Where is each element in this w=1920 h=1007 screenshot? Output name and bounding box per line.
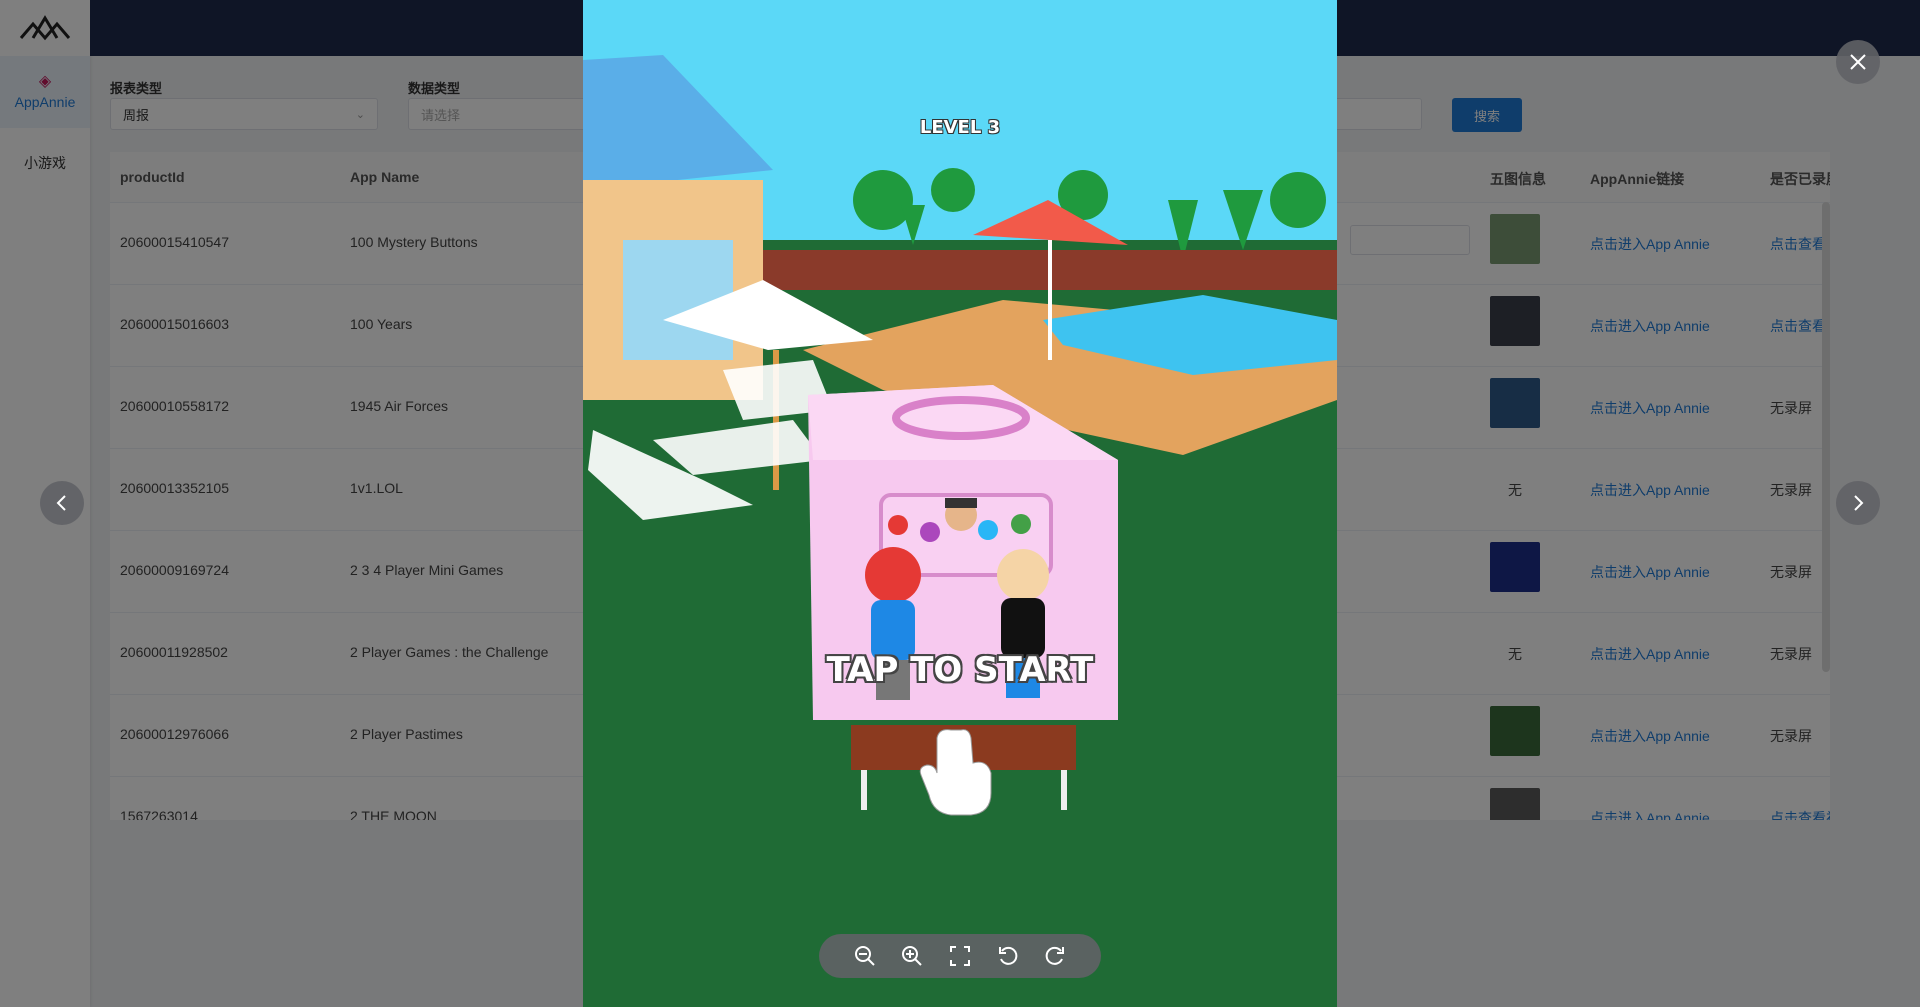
close-icon <box>1850 54 1866 70</box>
viewer-next-button[interactable] <box>1836 481 1880 525</box>
viewer-prev-button[interactable] <box>40 481 84 525</box>
chevron-right-icon <box>1854 495 1864 511</box>
game-screenshot <box>583 0 1337 1007</box>
rotate-right-icon[interactable] <box>1042 943 1068 969</box>
viewer-close-button[interactable] <box>1836 40 1880 84</box>
viewer-toolbar <box>819 934 1101 978</box>
image-viewer-canvas: LEVEL 3 TAP TO START <box>583 0 1337 1007</box>
fullscreen-icon[interactable] <box>947 943 973 969</box>
rotate-left-icon[interactable] <box>995 943 1021 969</box>
tap-to-start-label: TAP TO START <box>826 650 1094 690</box>
zoom-in-icon[interactable] <box>899 943 925 969</box>
chevron-left-icon <box>56 495 66 511</box>
zoom-out-icon[interactable] <box>852 943 878 969</box>
level-label: LEVEL 3 <box>919 117 1001 138</box>
